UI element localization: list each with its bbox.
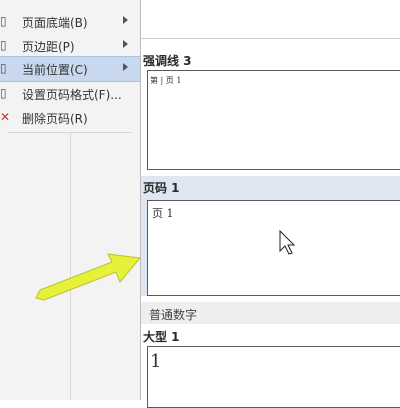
menu-item-page-bottom[interactable]: ▯ 页面底端(B) (0, 10, 140, 34)
gallery-item-label: 强调线 3 (143, 54, 192, 68)
submenu-arrow-icon (123, 40, 128, 48)
section-header-label: 页码 1 (143, 181, 180, 195)
gallery-thumbnail-page-number-1[interactable]: 页 1 (147, 200, 400, 296)
thumbnail-text: 1 (150, 351, 162, 372)
gallery-thumbnail-emphasis-line[interactable]: 第 | 页 1 (147, 70, 400, 170)
group-header-label: 普通数字 (149, 308, 198, 322)
gallery-section-header: 页码 1 (141, 176, 400, 198)
thumbnail-text: 页 1 (152, 207, 174, 220)
gallery-group-header: 普通数字 (141, 302, 400, 324)
page-margin-icon: ▯ (0, 38, 7, 52)
page-number-gallery: 强调线 3 第 | 页 1 页码 1 页 1 普通数字 大型 1 1 (140, 0, 400, 408)
gallery-thumbnail-large-1[interactable]: 1 (147, 346, 400, 408)
submenu-arrow-icon (123, 63, 128, 71)
remove-page-number-icon: ✕ (0, 110, 10, 124)
menu-item-format-page-number[interactable]: ▯ 设置页码格式(F)... (0, 82, 140, 106)
menu-item-remove-page-number[interactable]: ✕ 删除页码(R) (0, 106, 140, 130)
menu-item-label: 当前位置(C) (22, 63, 88, 77)
page-bottom-icon: ▯ (0, 14, 7, 28)
gallery-top-divider (141, 38, 400, 39)
menu-column-divider (70, 132, 71, 400)
menu-item-label: 删除页码(R) (22, 112, 88, 126)
page-number-context-menu: ▯ 页面底端(B) ▯ 页边距(P) ▯ 当前位置(C) ▯ 设置页码格式(F)… (0, 0, 140, 400)
submenu-arrow-icon (123, 16, 128, 24)
format-page-number-icon: ▯ (0, 86, 7, 100)
menu-item-label: 页面底端(B) (22, 16, 88, 30)
menu-item-label: 设置页码格式(F)... (22, 88, 122, 102)
thumbnail-text: 第 | 页 1 (150, 76, 182, 85)
menu-item-current-position[interactable]: ▯ 当前位置(C) (0, 56, 140, 82)
current-position-icon: ▯ (0, 61, 7, 75)
menu-item-page-margin[interactable]: ▯ 页边距(P) (0, 34, 140, 58)
menu-item-label: 页边距(P) (22, 40, 75, 54)
gallery-item-label: 大型 1 (143, 330, 180, 344)
